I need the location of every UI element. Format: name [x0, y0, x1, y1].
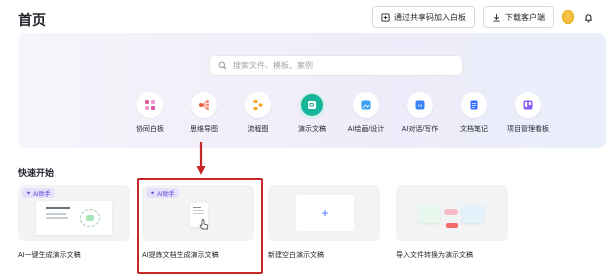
- join-board-button[interactable]: 通过共享码加入白板: [372, 6, 475, 28]
- tool-flowchart[interactable]: 流程图: [231, 92, 285, 134]
- doc-note-icon: [461, 92, 487, 118]
- ai-spark-icon: ✦: [26, 190, 32, 197]
- presentation-icon: [299, 92, 325, 118]
- tool-presentation[interactable]: 演示文稿: [285, 92, 339, 134]
- card-thumbnail: [396, 185, 508, 241]
- whiteboard-icon: [137, 92, 163, 118]
- tool-whiteboard[interactable]: 协同白板: [123, 92, 177, 134]
- search-icon: [218, 61, 227, 70]
- convert-tag: [446, 223, 458, 228]
- ai-chat-icon: AI: [407, 92, 433, 118]
- tool-ai-paint[interactable]: AI绘画/设计: [339, 92, 393, 134]
- ai-badge-label: AI助手: [33, 191, 51, 198]
- tool-ai-chat[interactable]: AI AI对话/写作: [393, 92, 447, 134]
- download-label: 下载客户端: [505, 12, 545, 22]
- mindmap-icon: [191, 92, 217, 118]
- convert-arrow-icon: [444, 209, 458, 215]
- tool-label: AI绘画/设计: [347, 126, 385, 133]
- search-bar[interactable]: [209, 55, 463, 76]
- preview-source-doc: [418, 205, 440, 223]
- top-actions: 通过共享码加入白板 下载客户端: [372, 6, 594, 28]
- tool-label: 流程图: [247, 126, 269, 133]
- card-import-convert[interactable]: 导入文件转换为演示文稿: [396, 185, 508, 260]
- highlight-box: [137, 178, 263, 274]
- plus-icon: +: [296, 195, 354, 231]
- tool-list: 协同白板 思维导图 流程图 演示文稿 AI绘画/设计 AI AI对话/写作 文档…: [123, 92, 555, 134]
- card-label: AI一键生成演示文稿: [18, 252, 81, 259]
- tool-doc-note[interactable]: 文档笔记: [447, 92, 501, 134]
- page-title: 首页: [18, 12, 46, 28]
- download-client-button[interactable]: 下载客户端: [483, 6, 554, 28]
- tool-kanban[interactable]: 项目管理看板: [501, 92, 555, 134]
- flowchart-icon: [245, 92, 271, 118]
- download-icon: [493, 13, 500, 22]
- card-ai-generate[interactable]: ✦ AI助手 AI一键生成演示文稿: [18, 185, 130, 260]
- hero-panel: 协同白板 思维导图 流程图 演示文稿 AI绘画/设计: [18, 33, 606, 148]
- card-thumbnail: +: [268, 185, 380, 241]
- svg-text:AI: AI: [418, 103, 422, 108]
- card-label: 新建空白演示文稿: [268, 252, 324, 259]
- preview-target-doc: [462, 205, 484, 223]
- tool-mindmap[interactable]: 思维导图: [177, 92, 231, 134]
- tool-label: 演示文稿: [298, 126, 326, 133]
- tool-label: AI对话/写作: [401, 126, 439, 133]
- bell-icon[interactable]: [582, 11, 594, 23]
- preview-page: [36, 201, 112, 235]
- tool-label: 思维导图: [190, 126, 218, 133]
- coin-icon[interactable]: [562, 10, 574, 24]
- card-new-blank[interactable]: + 新建空白演示文稿: [268, 185, 380, 260]
- ai-paint-icon: [353, 92, 379, 118]
- kanban-icon: [515, 92, 541, 118]
- annotation-arrow-icon: [196, 142, 206, 175]
- card-thumbnail: ✦ AI助手: [18, 185, 130, 241]
- search-input[interactable]: [233, 61, 453, 70]
- tool-label: 项目管理看板: [507, 126, 549, 133]
- ai-badge: ✦ AI助手: [22, 188, 55, 198]
- tool-label: 协同白板: [136, 126, 164, 133]
- share-code-icon: [381, 12, 390, 22]
- join-board-label: 通过共享码加入白板: [394, 12, 466, 22]
- tool-label: 文档笔记: [460, 126, 488, 133]
- card-label: 导入文件转换为演示文稿: [396, 252, 473, 259]
- quick-start-title: 快速开始: [18, 168, 55, 178]
